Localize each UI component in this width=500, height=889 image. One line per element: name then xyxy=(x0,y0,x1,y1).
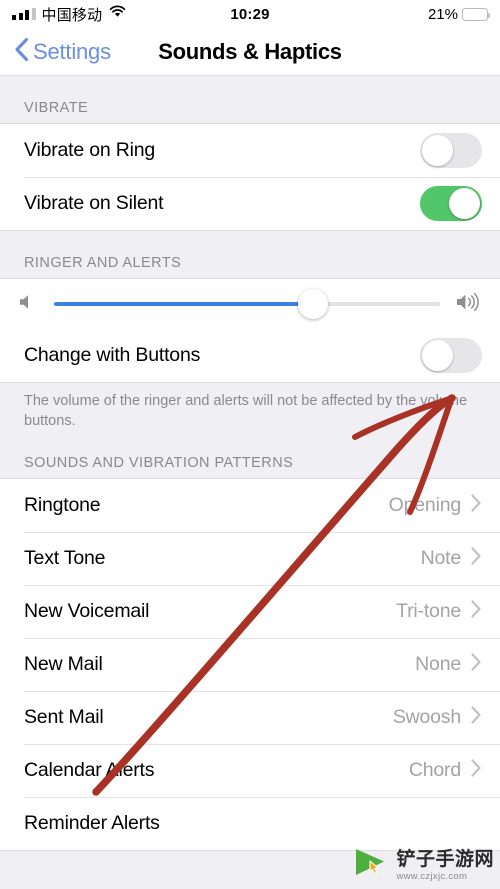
toggle-knob xyxy=(448,187,481,220)
settings-scroll-view[interactable]: VIBRATE Vibrate on Ring Vibrate on Silen… xyxy=(0,76,500,889)
row-vibrate-on-silent[interactable]: Vibrate on Silent xyxy=(0,177,500,230)
section-footer-ringer-and-alerts: The volume of the ringer and alerts will… xyxy=(24,393,468,429)
row-new-voicemail[interactable]: New Voicemail Tri-tone xyxy=(0,585,500,639)
row-new-mail[interactable]: New Mail None xyxy=(0,638,500,692)
navigation-bar: Settings Sounds & Haptics xyxy=(0,28,500,76)
watermark-text: 铲子手游网 www.czjxjc.com xyxy=(396,850,494,882)
row-accessory: None xyxy=(415,652,482,677)
row-label: Vibrate on Ring xyxy=(24,139,156,161)
row-accessory xyxy=(420,133,482,168)
row-accessory: Note xyxy=(421,546,482,571)
row-value: None xyxy=(415,653,461,676)
row-change-with-buttons[interactable]: Change with Buttons xyxy=(0,329,500,382)
row-label: Ringtone xyxy=(24,494,101,517)
toggle-vibrate-on-ring[interactable] xyxy=(420,133,482,168)
toggle-change-with-buttons[interactable] xyxy=(420,338,482,373)
chevron-right-icon xyxy=(470,546,482,571)
back-button[interactable]: Settings xyxy=(14,37,111,67)
row-accessory: Chord xyxy=(409,758,482,783)
row-label: Change with Buttons xyxy=(24,344,201,366)
chevron-right-icon xyxy=(470,493,482,518)
volume-slider[interactable] xyxy=(54,289,440,319)
chevron-right-icon xyxy=(470,652,482,677)
row-ringer-volume[interactable] xyxy=(0,279,500,329)
watermark-name: 铲子手游网 xyxy=(396,848,494,870)
watermark: 铲子手游网 www.czjxjc.com xyxy=(351,846,494,885)
battery-percent-label: 21% xyxy=(427,5,458,23)
row-label: Vibrate on Silent xyxy=(24,192,164,214)
slider-fill xyxy=(54,302,313,306)
ringer-and-alerts-group: Change with Buttons xyxy=(0,278,500,383)
row-value: Swoosh xyxy=(392,706,461,729)
row-accessory: Tri-tone xyxy=(396,599,482,624)
section-header-sounds-and-vibration-patterns: SOUNDS AND VIBRATION PATTERNS xyxy=(24,455,294,472)
row-accessory xyxy=(420,186,482,221)
section-header-vibrate: VIBRATE xyxy=(24,100,89,116)
status-bar-right: 21% xyxy=(427,5,491,23)
phone-screen: 中国移动 10:29 21% Settings Sounds & Haptics… xyxy=(0,0,500,889)
row-value: Opening xyxy=(388,494,462,517)
row-label: Text Tone xyxy=(24,547,106,570)
watermark-url: www.czjxjc.com xyxy=(396,870,468,882)
row-sent-mail[interactable]: Sent Mail Swoosh xyxy=(0,691,500,745)
row-calendar-alerts[interactable]: Calendar Alerts Chord xyxy=(0,744,500,798)
slider-thumb[interactable] xyxy=(297,289,328,319)
row-value: Note xyxy=(420,547,462,570)
toggle-vibrate-on-silent[interactable] xyxy=(420,186,482,221)
speaker-low-icon xyxy=(16,291,40,318)
row-label: Reminder Alerts xyxy=(24,812,160,835)
row-label: New Mail xyxy=(24,653,103,676)
back-button-label: Settings xyxy=(33,38,111,64)
row-accessory: Swoosh xyxy=(393,705,482,730)
chevron-left-icon xyxy=(14,37,29,67)
row-ringtone[interactable]: Ringtone Opening xyxy=(0,479,500,533)
sounds-and-vibration-patterns-group: Ringtone Opening Text Tone Note New Voicemai… xyxy=(0,478,500,852)
row-vibrate-on-ring[interactable]: Vibrate on Ring xyxy=(0,124,500,177)
row-accessory: Opening xyxy=(389,493,482,518)
chevron-right-icon xyxy=(470,758,482,783)
status-bar-time: 10:29 xyxy=(230,5,270,23)
chevron-right-icon xyxy=(470,705,482,730)
chevron-right-icon xyxy=(470,599,482,624)
speaker-high-icon xyxy=(454,290,484,319)
row-label: Sent Mail xyxy=(24,706,104,729)
battery-icon xyxy=(462,7,491,21)
vibrate-group: Vibrate on Ring Vibrate on Silent xyxy=(0,123,500,231)
row-value: Chord xyxy=(408,759,461,782)
toggle-knob xyxy=(421,134,454,167)
section-header-ringer-and-alerts: RINGER AND ALERTS xyxy=(24,255,182,271)
play-cursor-logo-icon xyxy=(351,846,391,885)
row-label: New Voicemail xyxy=(24,600,150,623)
row-accessory xyxy=(420,338,482,373)
row-value: Tri-tone xyxy=(396,600,461,623)
row-reminder-alerts[interactable]: Reminder Alerts xyxy=(0,797,500,851)
row-text-tone[interactable]: Text Tone Note xyxy=(0,532,500,586)
row-label: Calendar Alerts xyxy=(24,759,155,782)
toggle-knob xyxy=(421,339,454,372)
status-bar: 中国移动 10:29 21% xyxy=(0,0,500,28)
